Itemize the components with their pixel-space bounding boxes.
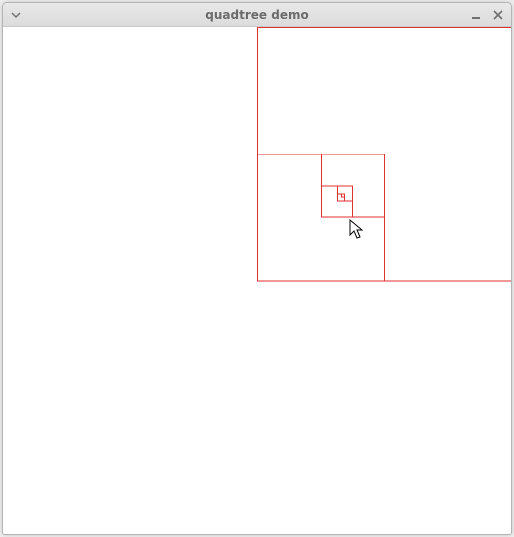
minimize-button[interactable] (469, 8, 483, 22)
window-title: quadtree demo (3, 8, 511, 22)
window-menu-button[interactable] (9, 8, 23, 22)
quadtree-svg (3, 27, 511, 534)
content-area (3, 27, 511, 534)
quadtree-canvas[interactable] (3, 27, 511, 534)
close-button[interactable] (491, 8, 505, 22)
quadtree-node-rect (342, 194, 345, 197)
close-icon (493, 10, 503, 20)
chevron-down-icon (11, 12, 21, 18)
titlebar[interactable]: quadtree demo (3, 3, 511, 27)
minimize-icon (471, 10, 481, 20)
app-window: quadtree demo (2, 2, 512, 535)
